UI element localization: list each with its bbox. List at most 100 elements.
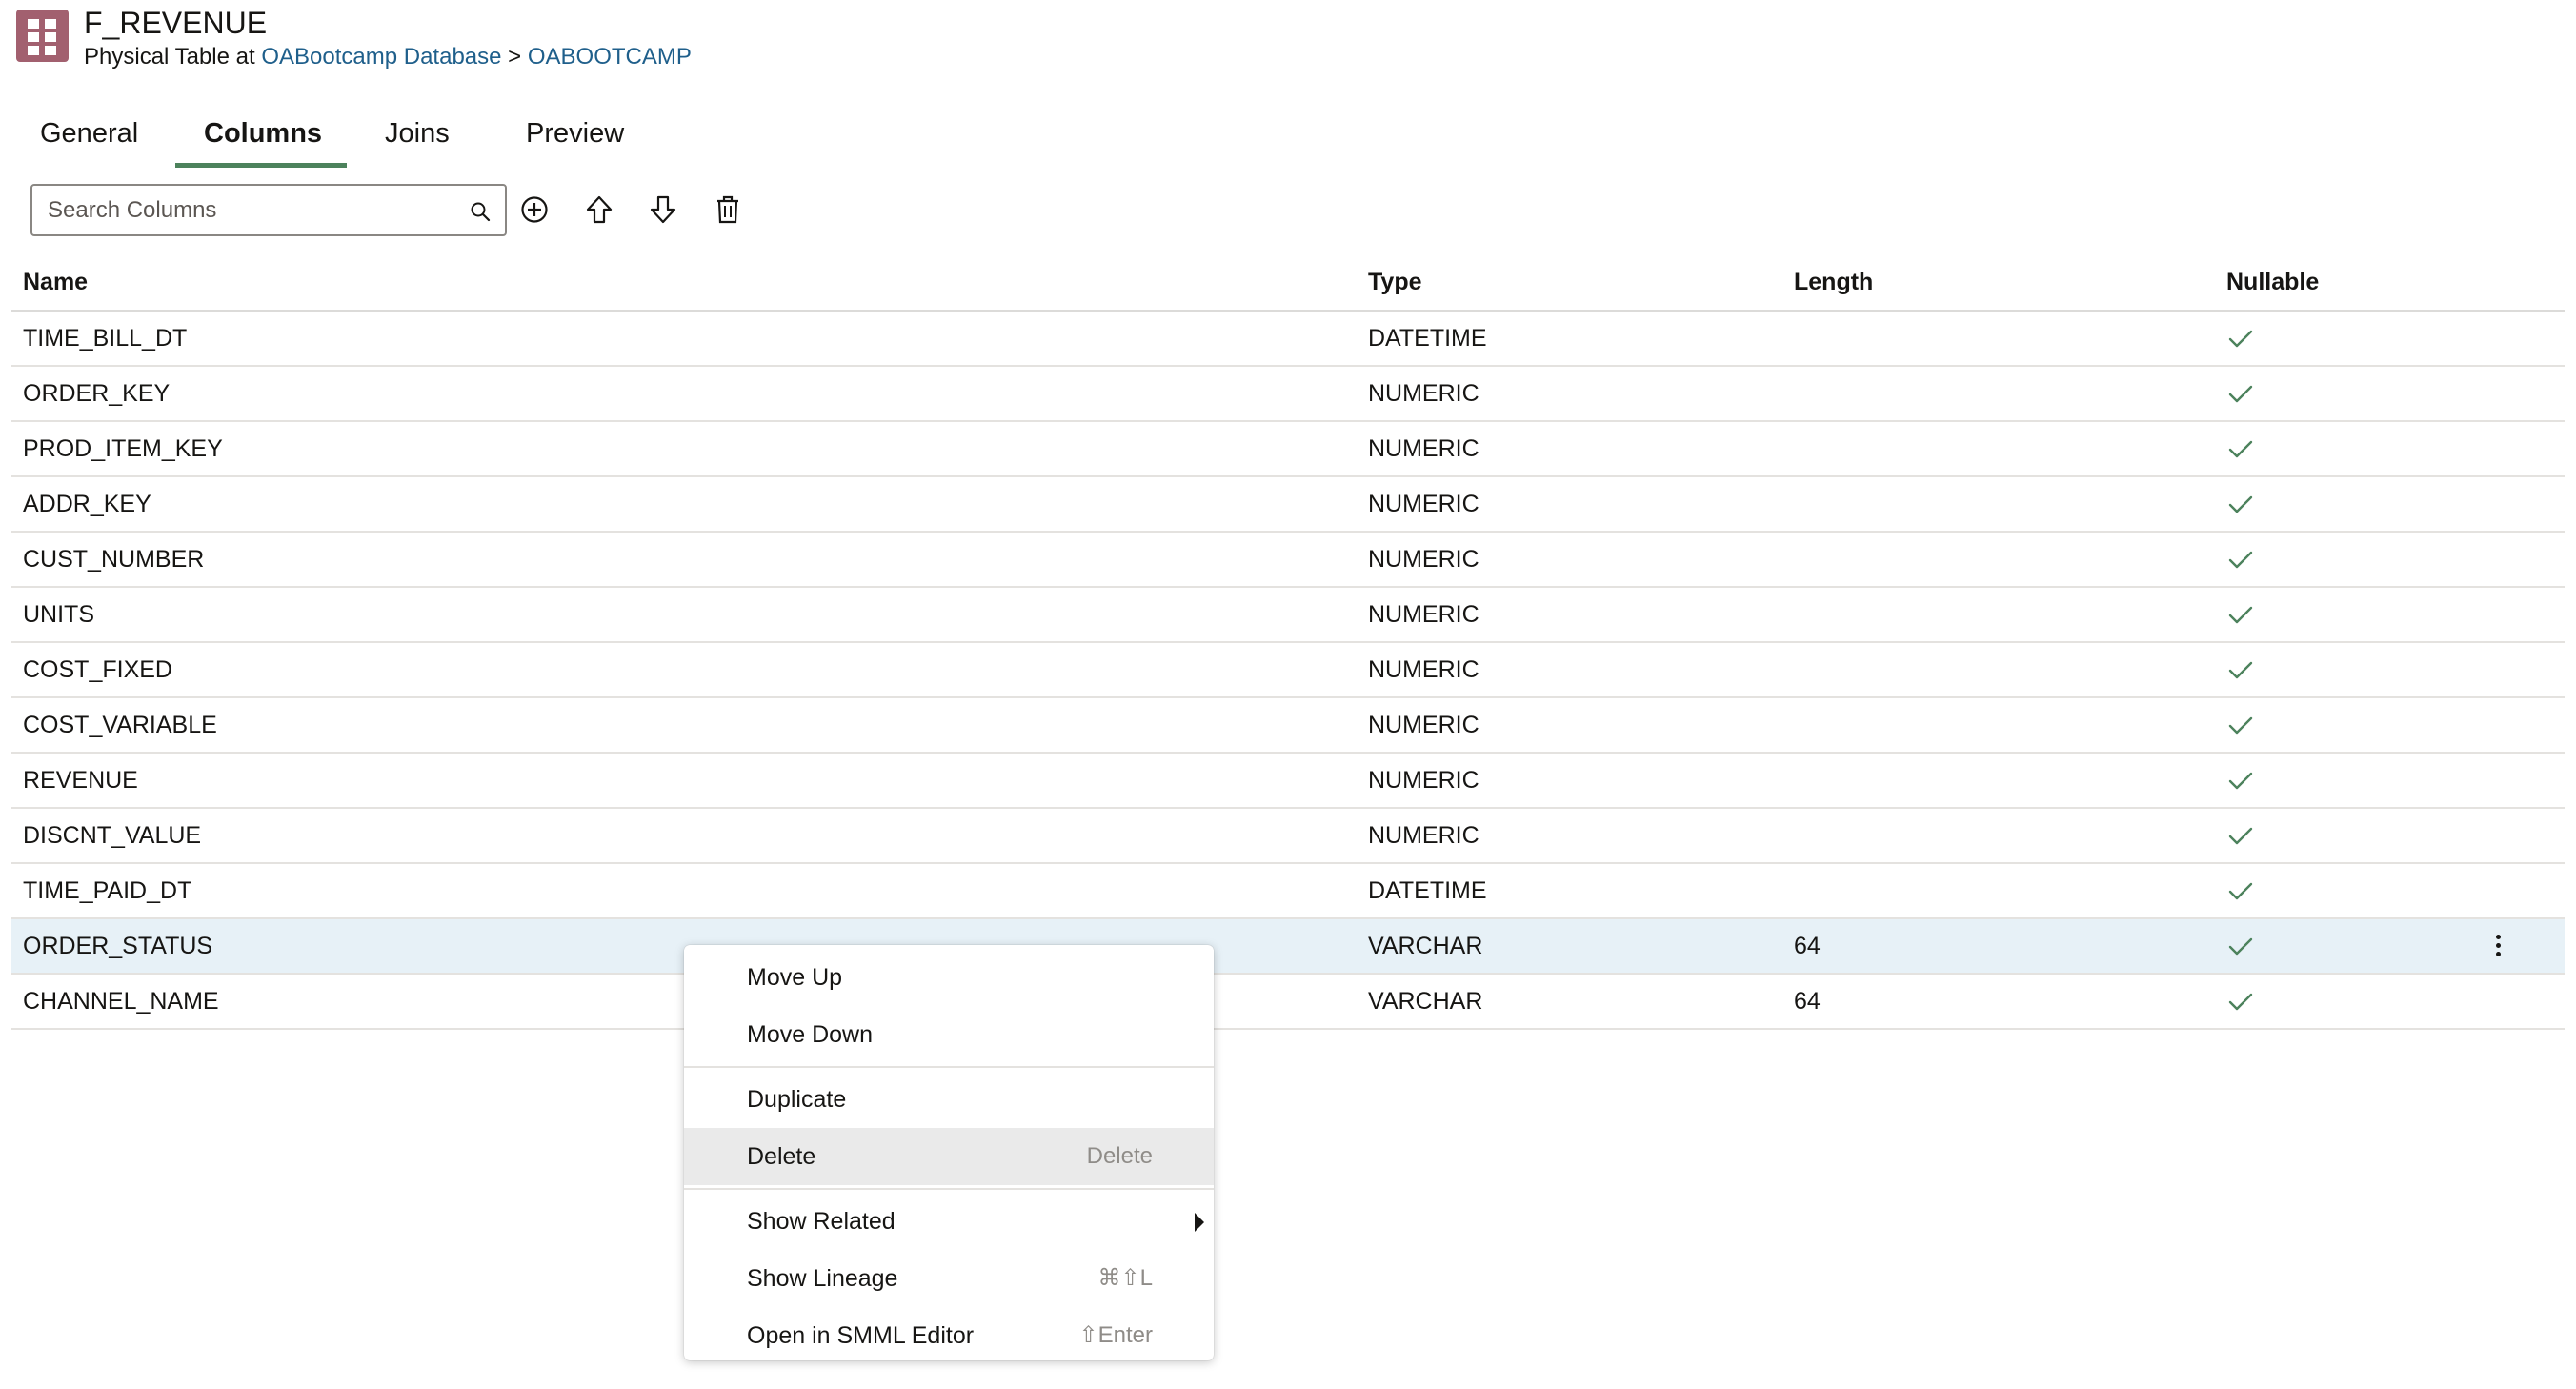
search-input[interactable]	[48, 193, 448, 228]
menu-item-label: Move Down	[747, 1021, 873, 1048]
cell-type: DATETIME	[1357, 863, 1782, 919]
cell-name: UNITS	[11, 587, 1357, 643]
cell-actions	[2469, 366, 2565, 422]
cell-type: VARCHAR	[1357, 974, 1782, 1030]
column-header-nullable[interactable]: Nullable	[2215, 255, 2469, 312]
cell-nullable	[2215, 532, 2469, 588]
table-row[interactable]: COST_FIXED NUMERIC	[11, 642, 2565, 698]
cell-length: 64	[1782, 974, 2215, 1030]
column-header-name[interactable]: Name	[11, 255, 1357, 312]
table-row[interactable]: DISCNT_VALUE NUMERIC	[11, 808, 2565, 864]
breadcrumb-separator: >	[508, 44, 522, 70]
table-row[interactable]: CUST_NUMBER NUMERIC	[11, 532, 2565, 588]
cell-name: TIME_PAID_DT	[11, 863, 1357, 919]
database-link[interactable]: OABootcamp Database	[261, 44, 501, 70]
table-row[interactable]: ORDER_STATUS VARCHAR 64	[11, 918, 2565, 975]
move-down-icon[interactable]	[644, 191, 682, 229]
cell-type: NUMERIC	[1357, 808, 1782, 864]
table-row[interactable]: UNITS NUMERIC	[11, 587, 2565, 643]
menu-item-show-related[interactable]: Show Related	[684, 1193, 1214, 1250]
cell-length	[1782, 366, 2215, 422]
tab-general[interactable]: General	[17, 112, 158, 164]
breadcrumb: Physical Table at OABootcamp Database > …	[84, 44, 692, 70]
cell-actions	[2469, 697, 2565, 754]
cell-nullable	[2215, 863, 2469, 919]
table-row[interactable]: COST_VARIABLE NUMERIC	[11, 697, 2565, 754]
context-menu: Move Up Move Down Duplicate Delete Delet…	[684, 945, 1214, 1360]
tab-columns[interactable]: Columns	[175, 112, 347, 168]
checkmark-icon	[2228, 606, 2253, 624]
menu-item-label: Open in SMML Editor	[747, 1322, 975, 1349]
menu-item-label: Show Lineage	[747, 1265, 898, 1292]
cell-type: NUMERIC	[1357, 421, 1782, 477]
column-header-type[interactable]: Type	[1357, 255, 1782, 312]
more-options-icon[interactable]	[2488, 929, 2507, 963]
cell-length	[1782, 421, 2215, 477]
cell-length	[1782, 697, 2215, 754]
checkmark-icon	[2228, 495, 2253, 513]
cell-actions	[2469, 863, 2565, 919]
cell-type: NUMERIC	[1357, 587, 1782, 643]
column-header-length[interactable]: Length	[1782, 255, 2215, 312]
cell-length	[1782, 532, 2215, 588]
columns-table: Name Type Length Nullable TIME_BILL_DT DA…	[11, 255, 2565, 1030]
menu-item-move-up[interactable]: Move Up	[684, 949, 1214, 1006]
menu-item-label: Duplicate	[747, 1086, 847, 1113]
cell-name: DISCNT_VALUE	[11, 808, 1357, 864]
cell-type: NUMERIC	[1357, 642, 1782, 698]
tab-joins[interactable]: Joins	[362, 112, 492, 164]
column-header-actions	[2469, 255, 2565, 312]
move-up-icon[interactable]	[580, 191, 618, 229]
table-row[interactable]: CHANNEL_NAME VARCHAR 64	[11, 974, 2565, 1030]
cell-actions	[2469, 587, 2565, 643]
cell-type: DATETIME	[1357, 311, 1782, 367]
cell-actions	[2469, 421, 2565, 477]
table-header-row: Name Type Length Nullable	[11, 255, 2565, 312]
add-icon[interactable]	[515, 191, 553, 229]
tab-bar: General Columns Joins Preview	[17, 112, 646, 168]
menu-divider	[684, 1066, 1214, 1068]
menu-item-show-lineage[interactable]: Show Lineage ⌘⇧L	[684, 1250, 1214, 1307]
cell-nullable	[2215, 697, 2469, 754]
menu-item-label: Show Related	[747, 1208, 896, 1235]
table-row[interactable]: PROD_ITEM_KEY NUMERIC	[11, 421, 2565, 477]
cell-nullable	[2215, 808, 2469, 864]
breadcrumb-prefix: Physical Table at	[84, 44, 255, 70]
cell-nullable	[2215, 918, 2469, 975]
table-body: TIME_BILL_DT DATETIME ORDER_KEY NUMERIC PROD…	[11, 311, 2565, 1030]
menu-item-label: Delete	[747, 1143, 816, 1170]
checkmark-icon	[2228, 661, 2253, 679]
cell-actions	[2469, 642, 2565, 698]
page-title: F_REVENUE	[84, 6, 268, 40]
cell-length	[1782, 863, 2215, 919]
table-row[interactable]: REVENUE NUMERIC	[11, 753, 2565, 809]
cell-nullable	[2215, 974, 2469, 1030]
checkmark-icon	[2228, 772, 2253, 790]
table-row[interactable]: ADDR_KEY NUMERIC	[11, 476, 2565, 533]
physical-table-editor: F_REVENUE Physical Table at OABootcamp D…	[0, 0, 2576, 1389]
cell-actions	[2469, 753, 2565, 809]
table-row[interactable]: TIME_BILL_DT DATETIME	[11, 311, 2565, 367]
cell-length	[1782, 311, 2215, 367]
menu-item-duplicate[interactable]: Duplicate	[684, 1071, 1214, 1128]
cell-name: ADDR_KEY	[11, 476, 1357, 533]
cell-name: COST_VARIABLE	[11, 697, 1357, 754]
cell-length	[1782, 808, 2215, 864]
table-row[interactable]: TIME_PAID_DT DATETIME	[11, 863, 2565, 919]
cell-length: 64	[1782, 918, 2215, 975]
menu-item-open-smml-editor[interactable]: Open in SMML Editor ⇧Enter	[684, 1307, 1214, 1364]
menu-item-move-down[interactable]: Move Down	[684, 1006, 1214, 1063]
menu-item-delete[interactable]: Delete Delete	[684, 1128, 1214, 1185]
schema-link[interactable]: OABOOTCAMP	[528, 44, 692, 70]
cell-type: NUMERIC	[1357, 532, 1782, 588]
menu-item-shortcut: ⇧Enter	[1078, 1322, 1153, 1348]
cell-nullable	[2215, 366, 2469, 422]
search-icon[interactable]	[469, 200, 492, 223]
delete-icon[interactable]	[709, 191, 747, 229]
cell-length	[1782, 587, 2215, 643]
table-row[interactable]: ORDER_KEY NUMERIC	[11, 366, 2565, 422]
checkmark-icon	[2228, 385, 2253, 403]
tab-preview[interactable]: Preview	[503, 112, 646, 164]
cell-nullable	[2215, 311, 2469, 367]
cell-name: COST_FIXED	[11, 642, 1357, 698]
